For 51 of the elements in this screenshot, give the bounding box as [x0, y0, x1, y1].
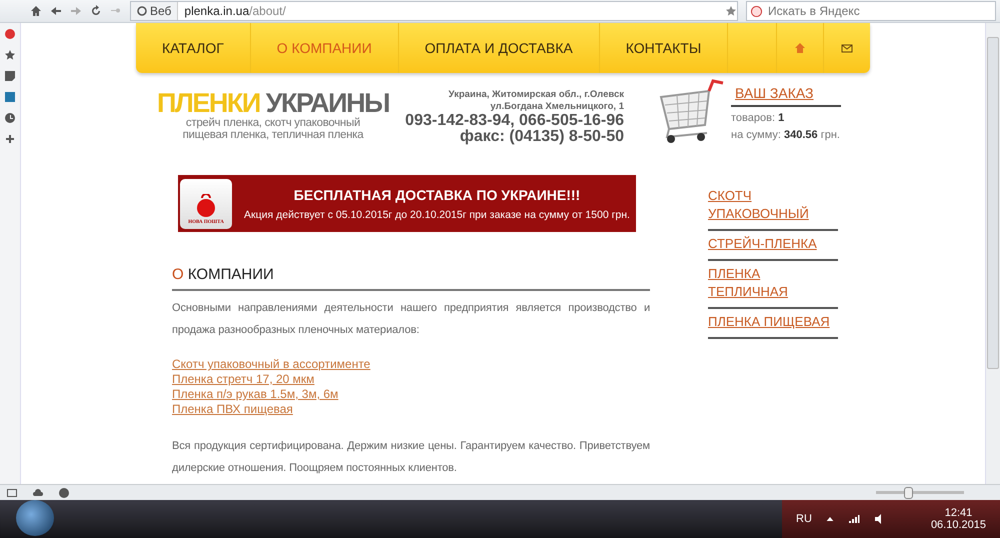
order-sum: на сумму: 340.56 грн. [731, 129, 841, 141]
nav-link[interactable]: ОПЛАТА И ДОСТАВКА [398, 23, 600, 73]
nav-link[interactable]: КОНТАКТЫ [600, 23, 728, 73]
globe-icon [137, 6, 147, 16]
product-link[interactable]: Пленка п/э рукав 1.5м, 3м, 6м [172, 387, 338, 402]
plus-icon[interactable] [4, 133, 16, 145]
search-field[interactable]: Искать в Яндекс [746, 1, 996, 21]
category-link[interactable]: СКОТЧ УПАКОВОЧНЫЙ [708, 183, 838, 231]
fax-number: факс: (04135) 8-50-50 [460, 129, 624, 145]
category-link[interactable]: ПЛЕНКА ТЕПЛИЧНАЯ [708, 261, 838, 309]
intro-paragraph: Основными направлениями деятельности нашего предприятия является производство и продажа разнообразных пленочных материалов: [172, 301, 650, 338]
address-text: Украина, Житомирская обл., г.Олевск [448, 89, 624, 101]
product-link[interactable]: Скотч упаковочный в ассортименте [172, 357, 370, 372]
web-label-text: Веб [150, 4, 172, 18]
signal-icon[interactable] [848, 513, 860, 525]
caret-icon[interactable] [826, 515, 834, 523]
closing-paragraph: Вся продукция сертифицирована. Держим низкие цены. Гарантируем качество. Приветствуем дилерские отношения. Поощряем постоянных клиентов. [172, 439, 650, 476]
clock[interactable]: 12:41 06.10.2015 [930, 507, 986, 531]
banner-text: Акция действует с 05.10.2015г до 20.10.2015г при заказе на сумму от 1500 грн. [244, 208, 630, 220]
date-text: 06.10.2015 [930, 519, 986, 531]
section-title: О КОМПАНИИ [172, 266, 650, 291]
address-bar[interactable]: Веб plenka.in.ua/about/ [130, 1, 738, 21]
back-icon[interactable] [50, 5, 62, 17]
reload-icon[interactable] [90, 5, 102, 17]
scrollbar-thumb[interactable] [987, 37, 999, 369]
address-text: ул.Богдана Хмельницкого, 1 [490, 101, 624, 113]
cart-link[interactable]: ВАШ ЗАКАЗ [731, 77, 841, 107]
search-input[interactable]: Искать в Яндекс [766, 3, 995, 19]
site-logo[interactable]: ПЛЕНКИ УКРАИНЫ [157, 89, 389, 117]
star-icon[interactable] [4, 49, 16, 61]
mail-icon[interactable] [841, 42, 854, 54]
panel-icon[interactable] [6, 486, 18, 498]
product-link[interactable]: Пленка ПВХ пищевая [172, 402, 293, 417]
language-indicator[interactable]: RU [796, 513, 812, 525]
items-count: товаров: 1 [731, 112, 786, 124]
nav-link[interactable]: О КОМПАНИИ [250, 23, 399, 73]
cloud-icon[interactable] [32, 486, 44, 498]
banner-title: БЕСПЛАТНАЯ ДОСТАВКА ПО УКРАИНЕ!!! [294, 186, 580, 202]
phone-numbers: 093-142-83-94, 066-505-16-96 [405, 113, 624, 129]
time-text: 12:41 [944, 507, 972, 519]
category-link[interactable]: СТРЕЙЧ-ПЛЕНКА [708, 231, 838, 261]
logo-tagline: стрейч пленка, скотч упаковочный [186, 117, 360, 129]
star-icon[interactable] [725, 5, 737, 17]
url-text: plenka.in.ua/about/ [183, 4, 287, 18]
zoom-slider-thumb[interactable] [904, 486, 913, 498]
start-button[interactable] [16, 500, 54, 536]
category-link[interactable]: ПЛЕНКА ПИЩЕВАЯ [708, 309, 838, 339]
product-link[interactable]: Пленка стретч 17, 20 мкм [172, 372, 314, 387]
note-icon[interactable] [4, 70, 16, 82]
logo-tagline: пищевая пленка, тепличная пленка [182, 129, 364, 141]
nav-link[interactable]: КАТАЛОГ [136, 23, 251, 73]
